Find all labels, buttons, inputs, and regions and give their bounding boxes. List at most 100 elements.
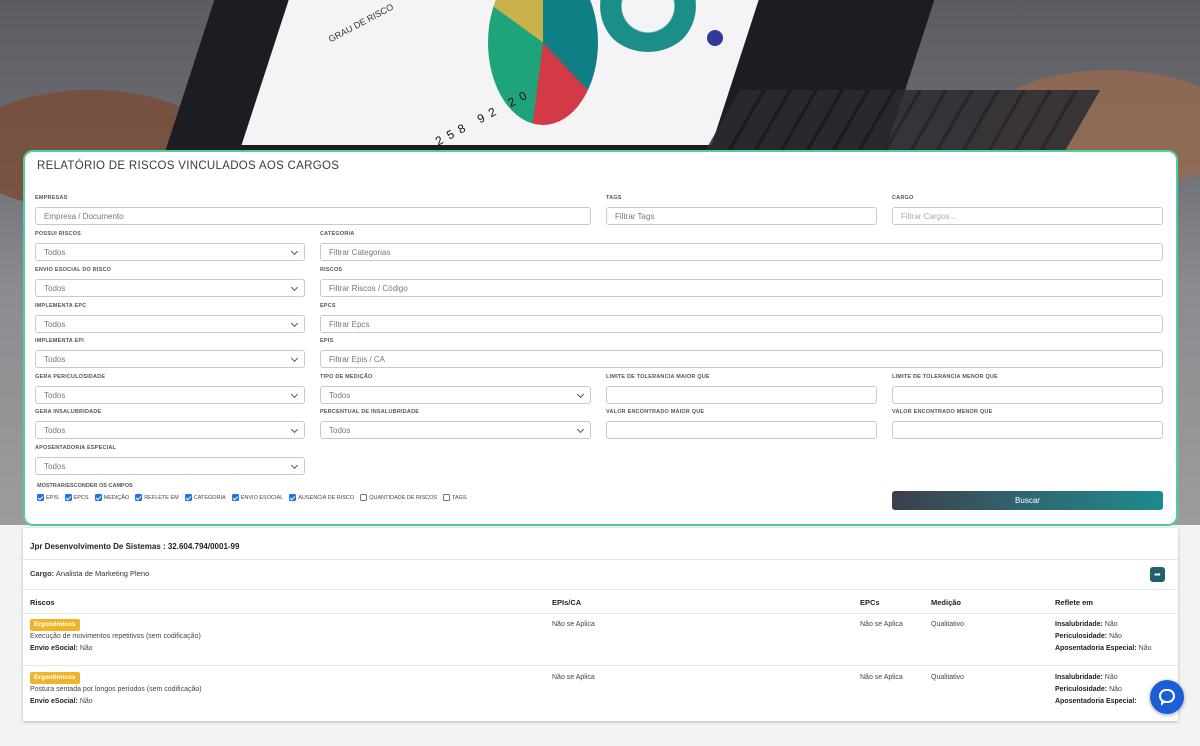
checkbox-icon[interactable] (289, 494, 297, 501)
header-reflete: Reflete em (1055, 598, 1093, 607)
envio-esocial-select[interactable]: Todos (35, 279, 305, 297)
percentual-insalubridade-field: PERCENTUAL DE INSALUBRIDADE Todos (320, 409, 591, 439)
toggle-checkbox[interactable]: QUANTIDADE DE RISCOS (360, 494, 437, 501)
epis-input[interactable]: Filtrar Epis / CA (320, 350, 1163, 368)
cargo-field: CARGO Filtrar Cargos... (892, 195, 1163, 225)
gera-periculosidade-field: GERA PERICULOSIDADE Todos (35, 374, 305, 404)
aposentadoria-label: Aposentadoria Especial: (1055, 645, 1137, 652)
checkbox-icon[interactable] (64, 494, 72, 501)
toggle-checkbox[interactable]: REFLETE EM (135, 494, 179, 501)
filter-panel: RELATÓRIO DE RISCOS VINCULADOS AOS CARGO… (23, 150, 1178, 526)
gera-periculosidade-select[interactable]: Todos (35, 386, 305, 404)
checkbox-icon[interactable] (443, 494, 451, 501)
insalubridade-label: Insalubridade: (1055, 621, 1103, 628)
cargo-label: Cargo: (30, 569, 55, 578)
results-panel: Jpr Desenvolvimento De Sistemas : 32.604… (23, 528, 1178, 721)
toggle-checkbox[interactable]: MEDIÇÃO (94, 494, 130, 501)
periculosidade-label: Periculosidade: (1055, 686, 1108, 693)
header-medicao: Medição (931, 598, 962, 607)
toggle-checkbox[interactable]: CATEGORIA (184, 494, 226, 501)
riscos-input[interactable]: Filtrar Riscos / Código (320, 279, 1163, 297)
periculosidade-value: Não (1109, 686, 1122, 693)
esocial-value: Não (79, 645, 93, 652)
toggle-label: EPIS (46, 494, 59, 501)
envio-esocial-field: ENVIO ESOCIAL DO RISCO Todos (35, 267, 305, 297)
implementa-epi-select[interactable]: Todos (35, 350, 305, 368)
cargo-value: Analista de Marketing Pleno (55, 569, 150, 578)
chat-icon[interactable] (1150, 680, 1184, 714)
valor-menor-label: VALOR ENCONTRADO MENOR QUE (892, 409, 993, 415)
toggle-label: AUSENCIA DE RISCO (298, 494, 355, 501)
header-riscos: Riscos (30, 598, 55, 607)
search-button[interactable]: Buscar (892, 491, 1163, 510)
empresas-input[interactable]: Empresa / Documento (35, 207, 591, 225)
toggle-checkbox[interactable]: TAGS (443, 494, 467, 501)
checkbox-icon[interactable] (94, 494, 102, 501)
aposentadoria-value: Não (1138, 645, 1152, 652)
categoria-label: CATEGORIA (320, 231, 355, 237)
categoria-field: CATEGORIA Filtrar Categorias (320, 231, 1163, 261)
gera-insalubridade-select[interactable]: Todos (35, 421, 305, 439)
category-badge: Ergonômicos (30, 619, 80, 631)
toggle-checkbox[interactable]: AUSENCIA DE RISCO (289, 494, 354, 501)
tags-input[interactable]: Filtrar Tags (606, 207, 877, 225)
epis-cell: Não se Aplica (552, 621, 595, 628)
checkbox-icon[interactable] (37, 494, 44, 501)
gera-insalubridade-label: GERA INSALUBRIDADE (35, 409, 102, 415)
toggles-row: EPIS EPCS MEDIÇÃO REFLETE EM CATEGORIA ENVIO … (37, 494, 467, 501)
checkbox-icon[interactable] (231, 494, 239, 501)
tipo-medicao-label: TIPO DE MEDIÇÃO (320, 374, 373, 380)
divider (23, 589, 1178, 590)
aposentadoria-label: Aposentadoria Especial: (1055, 698, 1137, 705)
aposentadoria-especial-label: APOSENTADORIA ESPECIAL (35, 445, 117, 451)
toggle-checkbox[interactable]: ENVIO ESOCIAL (231, 494, 283, 501)
share-button[interactable]: ➦ (1150, 567, 1165, 582)
toggle-label: MEDIÇÃO (103, 494, 130, 501)
cargo-input[interactable]: Filtrar Cargos... (892, 207, 1163, 225)
risk-name: Postura sentada por longos períodos (sem… (30, 686, 202, 693)
riscos-label: RISCOS (320, 267, 343, 273)
limite-menor-input[interactable] (892, 386, 1163, 404)
valor-menor-input[interactable] (892, 421, 1163, 439)
esocial-label: Envio eSocial: (30, 645, 78, 652)
epcs-field: EPCS Filtrar Epcs (320, 303, 1163, 333)
epcs-cell: Não se Aplica (860, 621, 903, 628)
esocial-label: Envio eSocial: (30, 698, 78, 705)
checkbox-icon[interactable] (184, 494, 192, 501)
implementa-epc-select[interactable]: Todos (35, 315, 305, 333)
epcs-input[interactable]: Filtrar Epcs (320, 315, 1163, 333)
implementa-epi-field: IMPLEMENTA EPI Todos (35, 338, 305, 368)
limite-maior-label: LIMITE DE TOLERANCIA MAIOR QUE (606, 374, 710, 380)
categoria-input[interactable]: Filtrar Categorias (320, 243, 1163, 261)
company-title: Jpr Desenvolvimento De Sistemas : 32.604… (30, 542, 240, 551)
divider (23, 613, 1178, 614)
epcs-cell: Não se Aplica (860, 674, 903, 681)
toggle-checkbox[interactable]: EPCS (64, 494, 89, 501)
reflete-cell: Insalubridade: Não Periculosidade: Não A… (1055, 619, 1152, 655)
aposentadoria-especial-select[interactable]: Todos (35, 457, 305, 475)
epis-label: EPIS (320, 338, 334, 344)
possui-riscos-field: POSSUI RISCOS Todos (35, 231, 305, 261)
share-icon: ➦ (1154, 570, 1161, 579)
possui-riscos-label: POSSUI RISCOS (35, 231, 81, 237)
table-row: Ergonômicos Execução de movimentos repet… (30, 619, 201, 655)
percentual-insalubridade-select[interactable]: Todos (320, 421, 591, 439)
header-epis: EPIs/CA (552, 598, 582, 607)
risk-name: Execução de movimentos repetitivos (sem … (30, 633, 201, 640)
insalubridade-value: Não (1104, 674, 1118, 681)
toggles-label: MOSTRAR/ESCONDER OS CAMPOS (37, 483, 133, 489)
checkbox-icon[interactable] (360, 494, 368, 501)
cargo-line: Cargo: Analista de Marketing Pleno (30, 569, 149, 578)
tipo-medicao-select[interactable]: Todos (320, 386, 591, 404)
tags-field: TAGS Filtrar Tags (606, 195, 877, 225)
toggle-checkbox[interactable]: EPIS (37, 494, 59, 501)
limite-maior-field: LIMITE DE TOLERANCIA MAIOR QUE (606, 374, 877, 404)
limite-menor-label: LIMITE DE TOLERANCIA MENOR QUE (892, 374, 998, 380)
checkbox-icon[interactable] (135, 494, 143, 501)
limite-maior-input[interactable] (606, 386, 877, 404)
possui-riscos-select[interactable]: Todos (35, 243, 305, 261)
periculosidade-value: Não (1109, 633, 1122, 640)
valor-maior-input[interactable] (606, 421, 877, 439)
table-row: Ergonômicos Postura sentada por longos p… (30, 672, 202, 708)
toggle-label: TAGS (452, 494, 467, 501)
